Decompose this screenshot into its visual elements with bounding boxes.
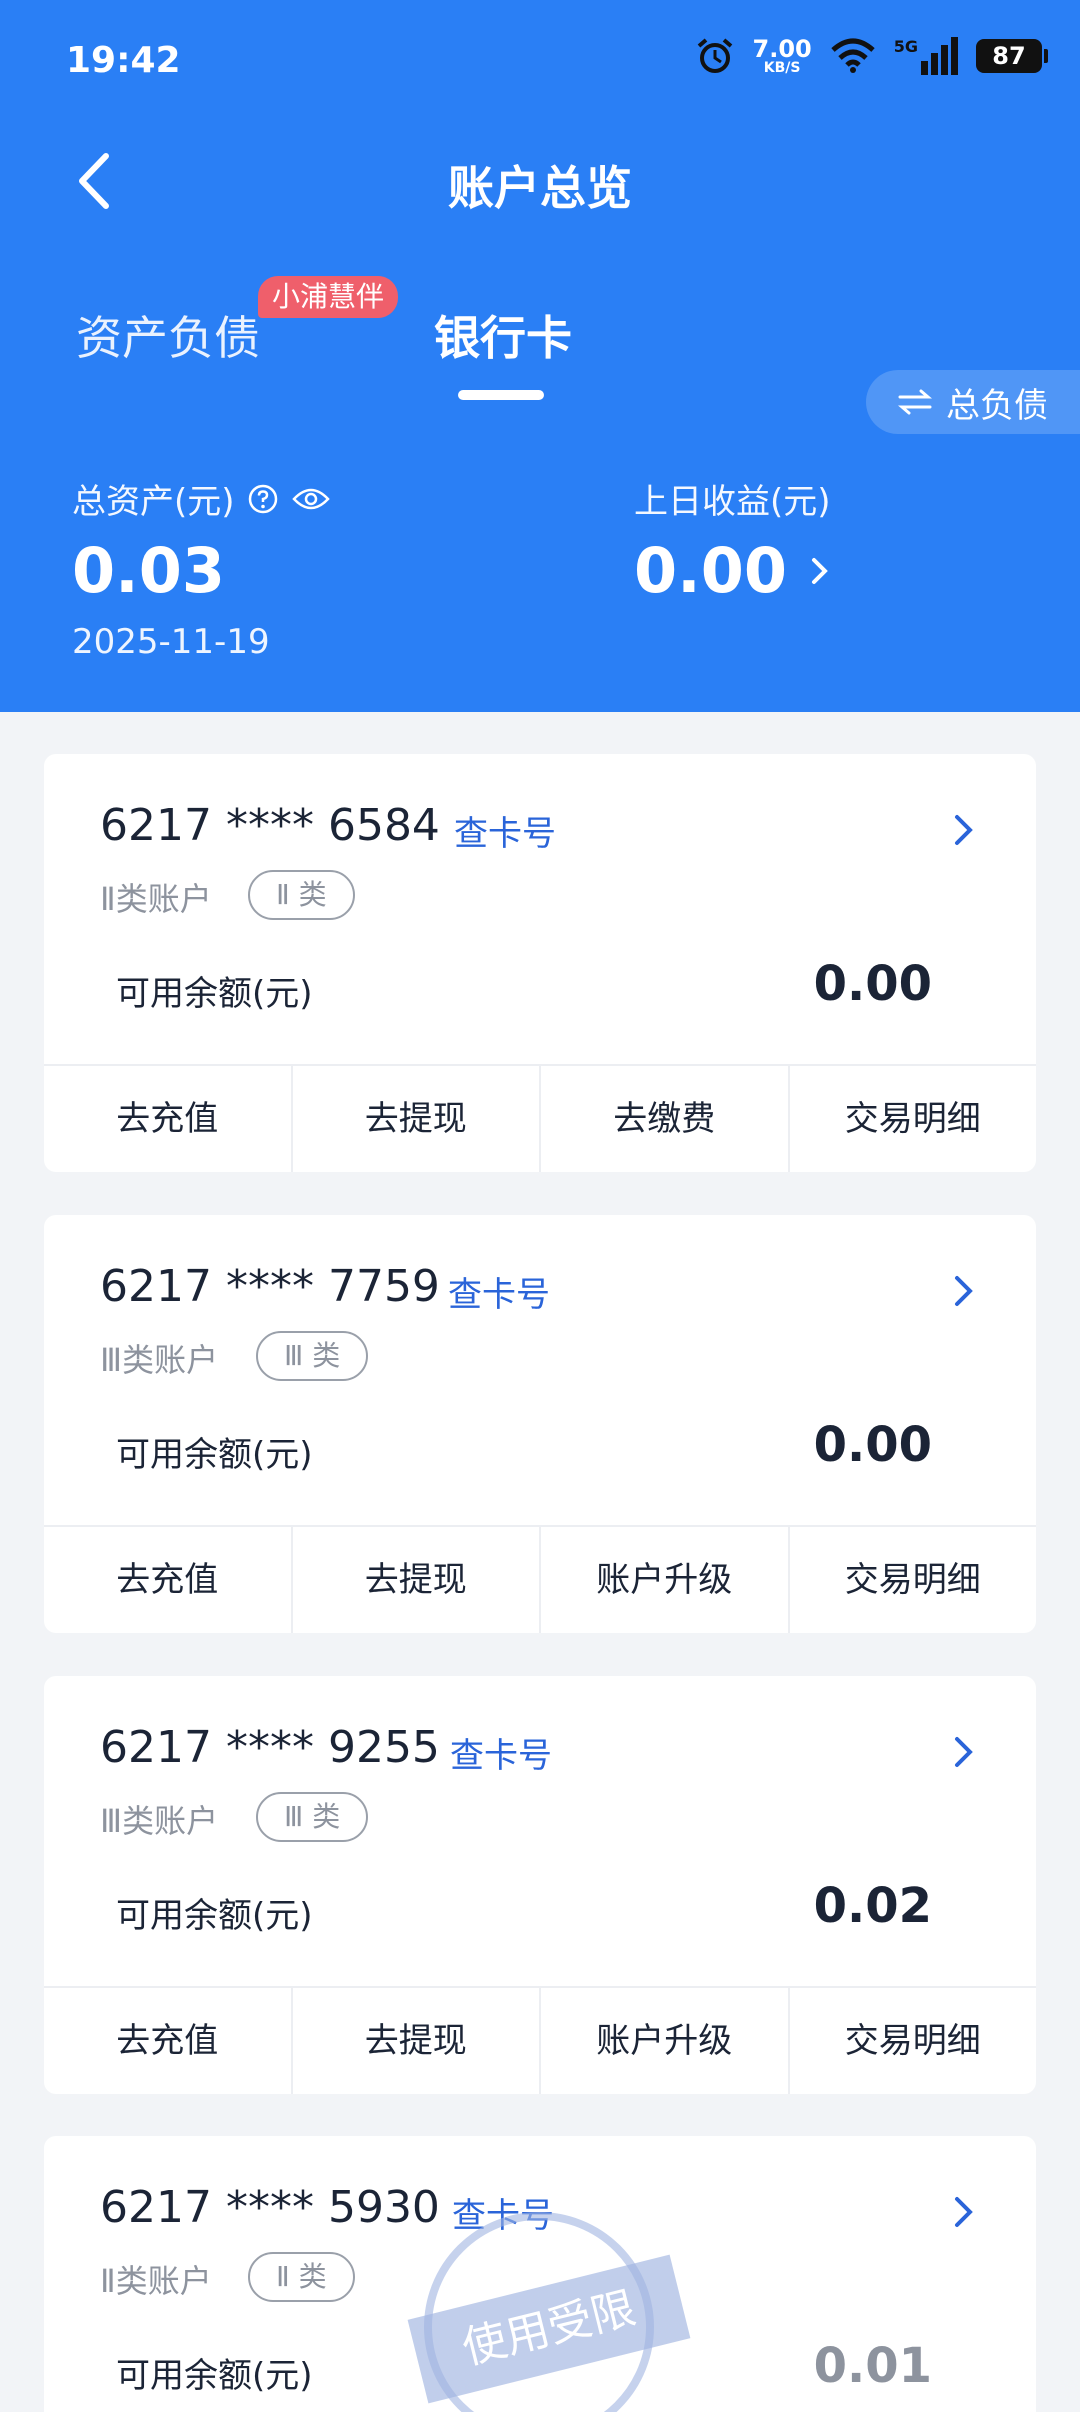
- available-balance-value: 0.00: [813, 1417, 932, 1473]
- yesterday-income-label: 上日收益(元): [634, 482, 831, 522]
- card-number: 6217 **** 9255: [100, 1722, 440, 1773]
- switch-label: 总负债: [946, 385, 1048, 426]
- speed-value: 7.00: [752, 35, 812, 63]
- withdraw-button[interactable]: 去提现: [290, 1066, 540, 1172]
- status-icons: 7.00 KB/S 5G 87: [695, 36, 1048, 76]
- alarm-icon: [697, 38, 732, 73]
- help-icon[interactable]: [247, 483, 279, 515]
- transaction-details-button[interactable]: 交易明细: [787, 1988, 1037, 2094]
- account-class-badge: Ⅲ 类: [256, 1792, 369, 1842]
- tab-bank-card[interactable]: 银行卡: [434, 302, 572, 368]
- available-balance-label: 可用余额(元): [116, 1896, 313, 1936]
- chevron-right-icon[interactable]: [952, 812, 976, 848]
- top-up-button[interactable]: 去充值: [44, 1066, 291, 1172]
- account-type: Ⅲ类账户: [100, 1341, 219, 1379]
- card-number: 6217 **** 7759: [100, 1261, 440, 1312]
- swap-icon: [898, 389, 932, 415]
- card-actions: 去充值 去提现 去缴费 交易明细: [44, 1064, 1036, 1172]
- yesterday-income[interactable]: 0.00: [634, 534, 831, 607]
- account-class-badge: Ⅱ 类: [248, 870, 355, 920]
- total-assets-value: 0.03: [72, 534, 225, 607]
- top-up-button[interactable]: 去充值: [44, 1988, 291, 2094]
- card-number: 6217 **** 6584: [100, 800, 440, 851]
- view-card-number-link[interactable]: 查卡号: [450, 1728, 552, 1777]
- tab-active-indicator: [458, 390, 544, 400]
- bank-card-2[interactable]: 6217 **** 7759 查卡号 Ⅲ类账户 Ⅲ 类 可用余额(元) 0.00…: [44, 1215, 1036, 1633]
- withdraw-button[interactable]: 去提现: [290, 1988, 540, 2094]
- card-number: 6217 **** 5930: [100, 2182, 440, 2233]
- view-card-number-link[interactable]: 查卡号: [448, 1267, 550, 1316]
- available-balance-label: 可用余额(元): [116, 2356, 313, 2396]
- battery-level: 87: [992, 42, 1026, 70]
- card-actions: 去充值 去提现 账户升级 交易明细: [44, 1986, 1036, 2094]
- tab-assets-liabilities[interactable]: 资产负债: [76, 302, 260, 368]
- account-class-badge: Ⅱ 类: [248, 2252, 355, 2302]
- transaction-details-button[interactable]: 交易明细: [787, 1066, 1037, 1172]
- network-type: 5G: [893, 37, 918, 56]
- yesterday-income-value: 0.00: [634, 534, 787, 607]
- bank-card-4[interactable]: 6217 **** 5930 查卡号 Ⅱ类账户 Ⅱ 类 使用受限 可用余额(元)…: [44, 2136, 1036, 2412]
- assets-date: 2025-11-19: [72, 622, 270, 662]
- speed-unit: KB/S: [763, 60, 801, 76]
- upgrade-account-button[interactable]: 账户升级: [539, 1988, 788, 2094]
- available-balance-value: 0.00: [813, 956, 932, 1012]
- total-assets-label-row: 总资产(元): [72, 474, 331, 523]
- view-card-number-link[interactable]: 查卡号: [454, 806, 556, 855]
- account-type: Ⅱ类账户: [100, 2262, 212, 2300]
- available-balance-value: 0.02: [813, 1878, 932, 1934]
- account-type: Ⅲ类账户: [100, 1802, 219, 1840]
- eye-icon[interactable]: [291, 485, 331, 513]
- total-assets-label: 总资产(元): [72, 482, 235, 522]
- bank-card-1[interactable]: 6217 **** 6584 查卡号 Ⅱ类账户 Ⅱ 类 可用余额(元) 0.00…: [44, 754, 1036, 1172]
- chevron-right-icon[interactable]: [952, 2194, 976, 2230]
- available-balance-value: 0.01: [813, 2338, 932, 2394]
- chevron-right-icon[interactable]: [952, 1734, 976, 1770]
- account-class-badge: Ⅲ 类: [256, 1331, 369, 1381]
- chevron-right-icon[interactable]: [952, 1273, 976, 1309]
- battery-icon: 87: [976, 39, 1048, 73]
- tab-badge: 小浦慧伴: [258, 276, 399, 318]
- withdraw-button[interactable]: 去提现: [290, 1527, 540, 1633]
- top-up-button[interactable]: 去充值: [44, 1527, 291, 1633]
- total-liabilities-button[interactable]: 总负债: [866, 370, 1080, 434]
- wifi-icon: [831, 38, 875, 73]
- page-title: 账户总览: [448, 161, 632, 215]
- pay-bills-button[interactable]: 去缴费: [539, 1066, 788, 1172]
- available-balance-label: 可用余额(元): [116, 1435, 313, 1475]
- upgrade-account-button[interactable]: 账户升级: [539, 1527, 788, 1633]
- bank-card-3[interactable]: 6217 **** 9255 查卡号 Ⅲ类账户 Ⅲ 类 可用余额(元) 0.02…: [44, 1676, 1036, 2094]
- chevron-right-icon: [811, 557, 828, 584]
- transaction-details-button[interactable]: 交易明细: [787, 1527, 1037, 1633]
- card-actions: 去充值 去提现 账户升级 交易明细: [44, 1525, 1036, 1633]
- available-balance-label: 可用余额(元): [116, 974, 313, 1014]
- header: 19:42 7.00 KB/S 5G 87 账户总览 资产负债 小浦慧伴 银行卡…: [0, 0, 1080, 712]
- account-type: Ⅱ类账户: [100, 880, 212, 918]
- signal-icon: 5G: [894, 37, 958, 75]
- network-speed: 7.00 KB/S: [753, 37, 812, 75]
- status-time: 19:42: [66, 40, 181, 81]
